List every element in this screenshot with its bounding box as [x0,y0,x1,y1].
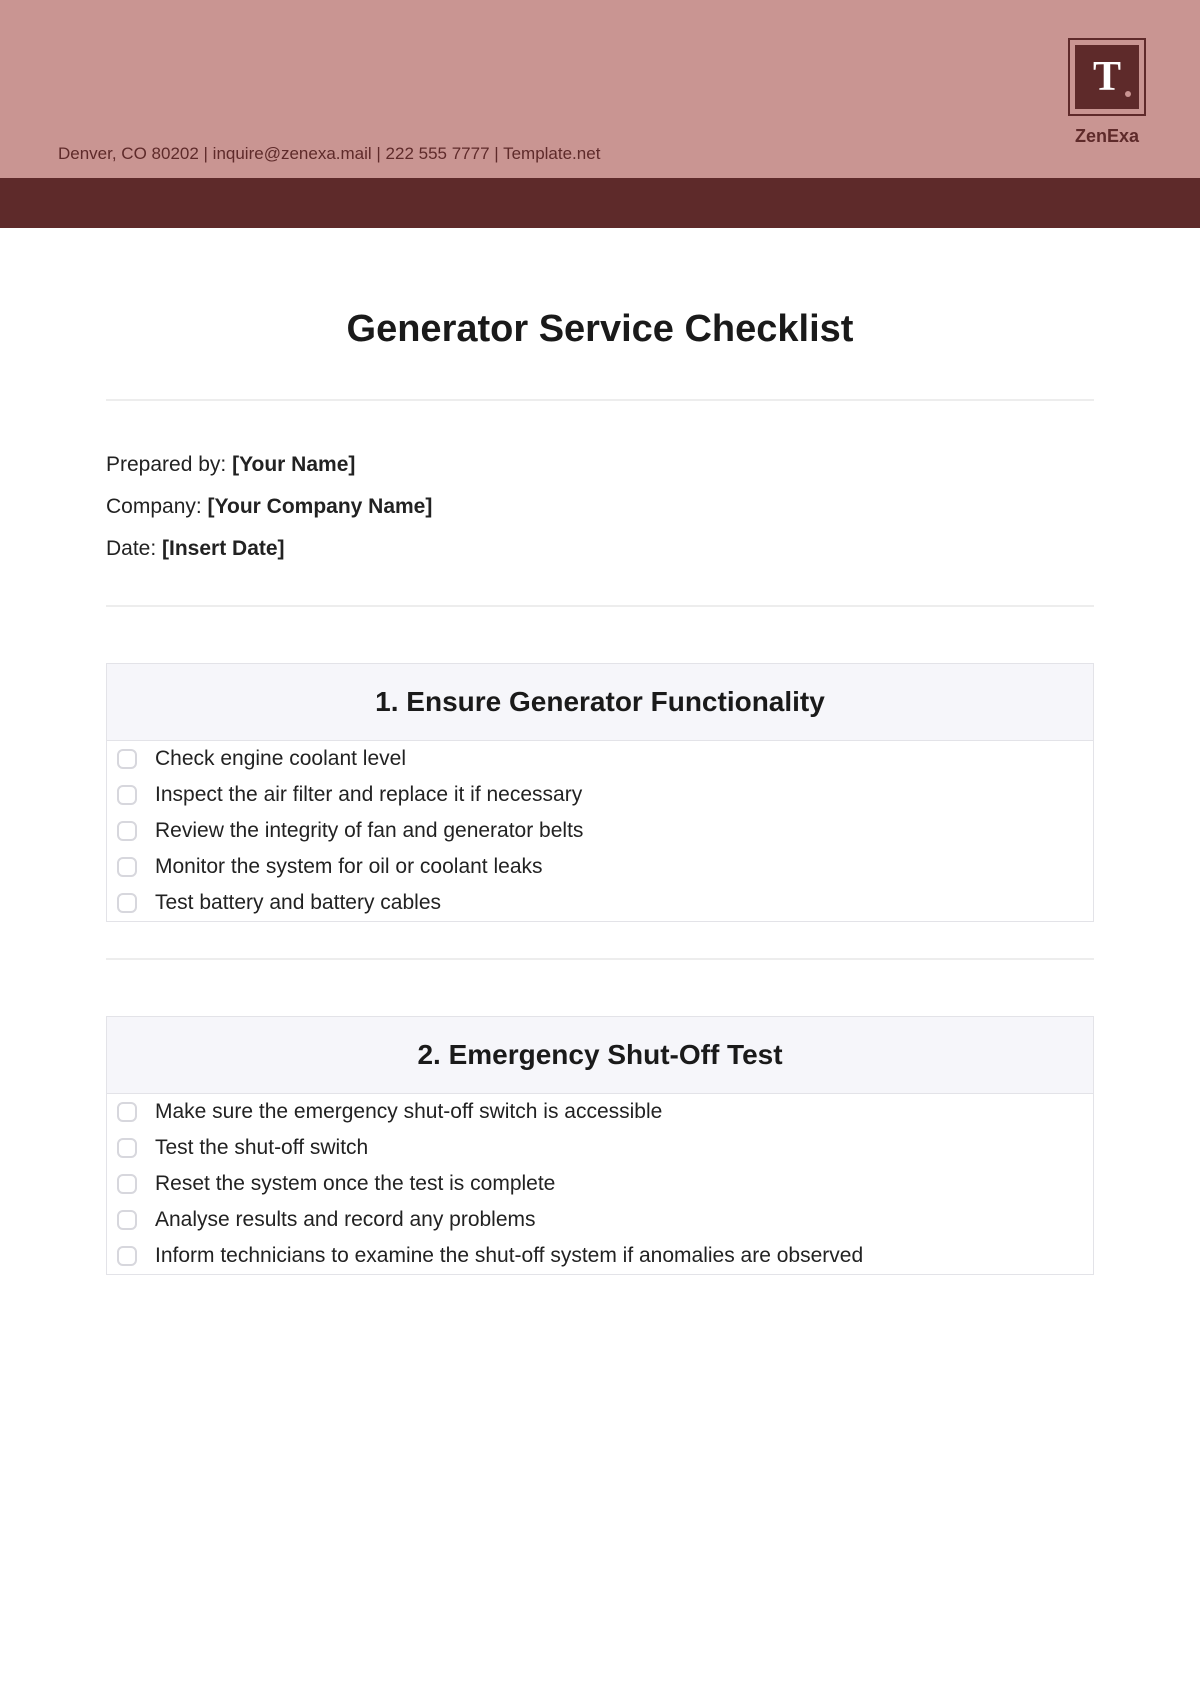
company-label: Company: [106,495,208,518]
list-item: Reset the system once the test is comple… [107,1166,1093,1202]
checkbox[interactable] [117,749,137,769]
company-row: Company: [Your Company Name] [106,495,1094,519]
header-bar [0,178,1200,228]
logo-dot-icon [1125,91,1131,97]
page-content: Generator Service Checklist Prepared by:… [0,228,1200,1351]
logo-letter: T [1093,53,1121,101]
item-text: Monitor the system for oil or coolant le… [155,855,543,879]
list-item: Review the integrity of fan and generato… [107,813,1093,849]
page-title: Generator Service Checklist [106,308,1094,351]
prepared-by-row: Prepared by: [Your Name] [106,453,1094,477]
section-2-heading: 2. Emergency Shut-Off Test [117,1039,1083,1071]
section-2: 2. Emergency Shut-Off Test Make sure the… [106,1016,1094,1275]
checkbox[interactable] [117,1210,137,1230]
date-label: Date: [106,537,162,560]
logo-icon: T [1075,45,1139,109]
list-item: Test the shut-off switch [107,1130,1093,1166]
date-row: Date: [Insert Date] [106,537,1094,561]
item-text: Check engine coolant level [155,747,406,771]
date-value: [Insert Date] [162,537,285,560]
item-text: Review the integrity of fan and generato… [155,819,583,843]
divider [106,958,1094,960]
list-item: Monitor the system for oil or coolant le… [107,849,1093,885]
prepared-by-value: [Your Name] [232,453,355,476]
brand-name: ZenExa [1068,126,1146,147]
divider [106,399,1094,401]
list-item: Test battery and battery cables [107,885,1093,921]
checkbox[interactable] [117,857,137,877]
item-text: Analyse results and record any problems [155,1208,536,1232]
divider [106,605,1094,607]
list-item: Make sure the emergency shut-off switch … [107,1094,1093,1130]
list-item: Check engine coolant level [107,741,1093,777]
checkbox[interactable] [117,1102,137,1122]
item-text: Reset the system once the test is comple… [155,1172,555,1196]
section-1-heading: 1. Ensure Generator Functionality [117,686,1083,718]
list-item: Inform technicians to examine the shut-o… [107,1238,1093,1274]
prepared-by-label: Prepared by: [106,453,232,476]
section-2-header: 2. Emergency Shut-Off Test [107,1017,1093,1094]
checkbox[interactable] [117,1174,137,1194]
checkbox[interactable] [117,1246,137,1266]
company-value: [Your Company Name] [208,495,433,518]
checkbox[interactable] [117,1138,137,1158]
item-text: Make sure the emergency shut-off switch … [155,1100,662,1124]
section-1: 1. Ensure Generator Functionality Check … [106,663,1094,922]
section-1-header: 1. Ensure Generator Functionality [107,664,1093,741]
header-top: Denver, CO 80202 | inquire@zenexa.mail |… [0,0,1200,178]
checkbox[interactable] [117,821,137,841]
logo-outer: T [1068,38,1146,116]
item-text: Inspect the air filter and replace it if… [155,783,582,807]
contact-info: Denver, CO 80202 | inquire@zenexa.mail |… [58,144,600,164]
item-text: Test battery and battery cables [155,891,441,915]
checkbox[interactable] [117,893,137,913]
list-item: Inspect the air filter and replace it if… [107,777,1093,813]
item-text: Inform technicians to examine the shut-o… [155,1244,863,1268]
logo-block: T ZenExa [1068,38,1146,147]
list-item: Analyse results and record any problems [107,1202,1093,1238]
item-text: Test the shut-off switch [155,1136,368,1160]
meta-block: Prepared by: [Your Name] Company: [Your … [106,453,1094,561]
checkbox[interactable] [117,785,137,805]
